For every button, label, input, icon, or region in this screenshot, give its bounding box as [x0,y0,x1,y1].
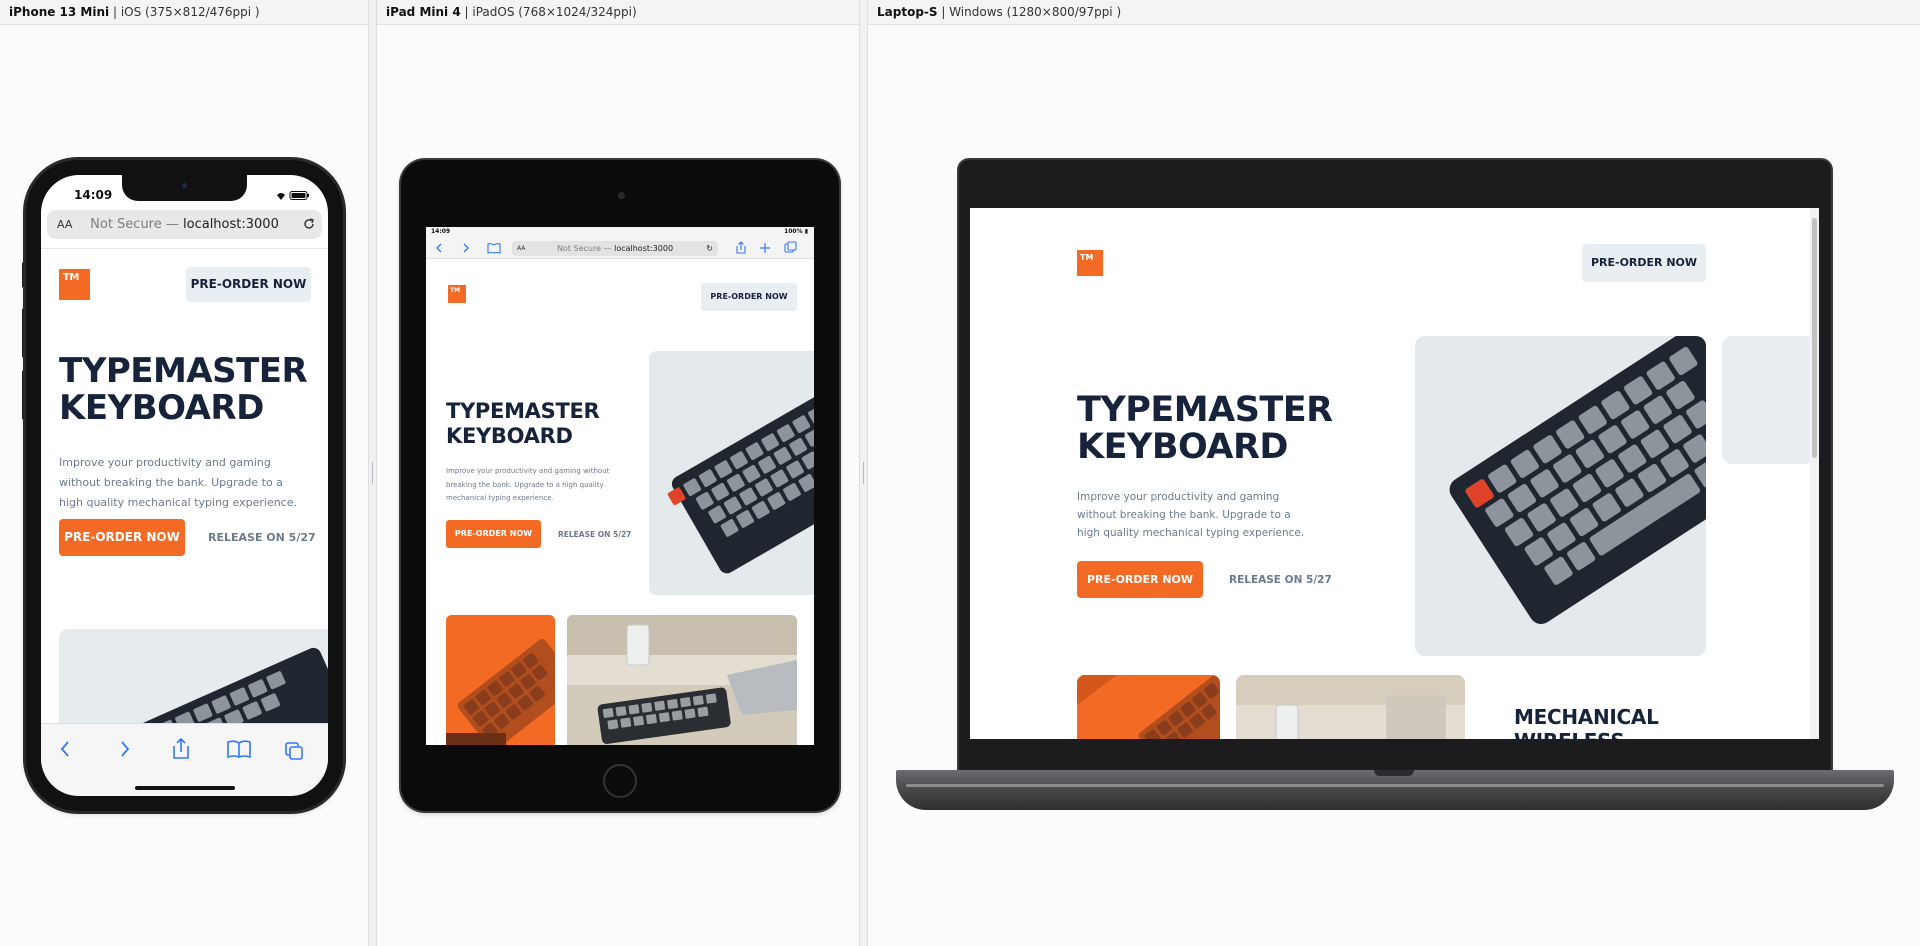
hero-title: TYPEMASTER KEYBOARD [446,399,600,448]
tablet-camera [618,192,625,199]
site-logo[interactable]: TM [448,285,466,303]
orange-keyboard-image [446,615,555,745]
share-icon [173,737,189,759]
nav-preorder-button[interactable]: PRE-ORDER NOW [1582,244,1706,282]
orange-keyboard-image [1077,675,1220,739]
tabs-icon [285,742,303,760]
back-icon [436,243,442,253]
desk-keyboard-image [1236,675,1465,739]
phone-device-label: iPhone 13 Mini | iOS (375×812/476ppi ) [0,0,368,25]
hero-preorder-button[interactable]: PRE-ORDER NOW [1077,561,1203,598]
hero-keyboard-image [59,629,328,723]
page-scrollbar[interactable] [1810,208,1819,739]
panel-divider-1[interactable] [368,0,377,946]
reload-icon[interactable] [302,217,316,231]
phone-status-icons [275,190,315,200]
site-logo[interactable]: TM [59,269,90,300]
battery-icon: 100% ▮ [784,228,808,235]
laptop-screen: TM PRE-ORDER NOW TYPEMASTER KEYBOARD Impr… [970,208,1819,739]
wifi-icon [277,193,285,200]
hero-title: TYPEMASTER KEYBOARD [1077,390,1333,467]
phone-notch [122,175,247,201]
hero-description: Improve your productivity and gaming wit… [1077,491,1305,539]
tablet-browser-bar: AA Not Secure — localhost:3000 ↻ [426,237,814,259]
phone-preview-panel: iPhone 13 Mini | iOS (375×812/476ppi ) 1… [0,0,368,946]
nav-preorder-button[interactable]: PRE-ORDER NOW [186,267,311,302]
hero-description: Improve your productivity and gaming wit… [59,456,297,509]
phone-screen: 14:09 AA Not Secure — localhost:3000 TM … [41,175,328,796]
hero-preorder-button[interactable]: PRE-ORDER NOW [59,519,185,556]
release-date-link[interactable]: RELEASE ON 5/27 [208,531,316,544]
phone-page-content: TM PRE-ORDER NOW TYPEMASTER KEYBOARD Impr… [41,248,328,723]
tablet-preview-panel: iPad Mini 4 | iPadOS (768×1024/324ppi) 1… [377,0,859,946]
forward-icon [463,243,469,253]
battery-icon [289,191,309,200]
laptop-device-label: Laptop-S | Windows (1280×800/97ppi ) [868,0,1920,25]
release-date-link[interactable]: RELEASE ON 5/27 [1229,574,1332,586]
tablet-status-bar: 14:09 100% ▮ [426,227,814,237]
tablet-frame: 14:09 100% ▮ AA Not Secure — localhost:3… [401,160,839,811]
tabs-icon [784,241,797,253]
hero-keyboard-image [1415,336,1706,656]
tablet-address-bar[interactable]: AA Not Secure — localhost:3000 ↻ [512,241,718,256]
hero-title: TYPEMASTER KEYBOARD [59,351,308,428]
tablet-device-label: iPad Mini 4 | iPadOS (768×1024/324ppi) [377,0,859,25]
site-logo[interactable]: TM [1077,250,1103,276]
phone-url[interactable]: Not Secure — localhost:3000 [47,217,322,232]
share-icon [736,241,746,254]
back-icon [60,741,69,757]
panel-divider-2[interactable] [859,0,868,946]
laptop-base [896,770,1894,810]
section-title: MECHANICALWIRELESS [1514,705,1659,739]
hero-preorder-button[interactable]: PRE-ORDER NOW [446,520,541,548]
hero-description: Improve your productivity and gaming wit… [446,467,610,502]
bookmarks-icon [227,740,251,759]
tablet-screen: 14:09 100% ▮ AA Not Secure — localhost:3… [426,227,814,745]
tablet-home-button [603,764,637,798]
forward-icon [121,741,130,757]
release-date-link[interactable]: RELEASE ON 5/27 [558,530,631,539]
hero-keyboard-image [649,351,814,595]
phone-frame: 14:09 AA Not Secure — localhost:3000 TM … [26,160,343,811]
phone-address-bar[interactable]: AA Not Secure — localhost:3000 [47,210,322,239]
add-tab-icon [760,243,770,253]
phone-home-indicator [135,786,235,790]
laptop-frame: TM PRE-ORDER NOW TYPEMASTER KEYBOARD Impr… [959,160,1831,772]
nav-preorder-button[interactable]: PRE-ORDER NOW [701,283,797,311]
carousel-next-image [1722,336,1817,464]
reload-icon[interactable]: ↻ [706,241,713,256]
desk-keyboard-image [567,615,797,745]
bookmarks-icon [487,243,501,254]
phone-status-time: 14:09 [74,188,113,202]
